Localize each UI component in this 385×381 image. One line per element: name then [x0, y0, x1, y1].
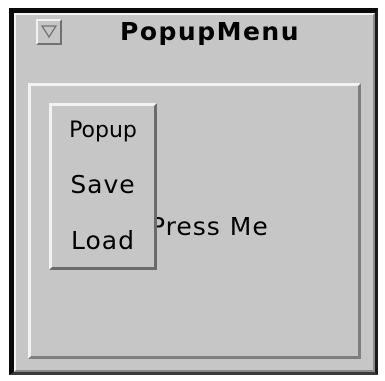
popup-menu-title: Popup	[69, 118, 137, 143]
press-me-label[interactable]: Press Me	[150, 212, 269, 241]
menu-item-save[interactable]: Save	[52, 170, 154, 199]
menu-item-load[interactable]: Load	[52, 226, 154, 255]
window-menu-button[interactable]	[36, 19, 62, 45]
screen: PopupMenu Press Me Popup Save Load	[0, 0, 385, 381]
window-title: PopupMenu	[120, 17, 301, 46]
popup-menu: Popup Save Load	[49, 103, 157, 270]
triangle-down-icon	[41, 25, 57, 39]
